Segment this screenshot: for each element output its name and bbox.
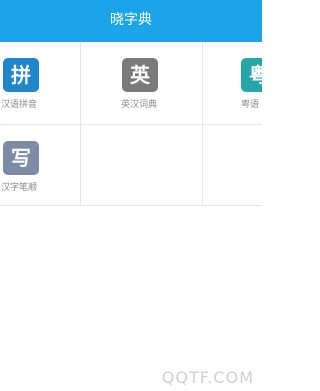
feature-item-pinyin[interactable]: 拼 汉语拼音 <box>0 42 80 124</box>
feature-label: 汉字笔顺 <box>1 183 38 193</box>
feature-label: 粤语 <box>241 100 260 110</box>
feature-label: 汉语拼音 <box>1 100 38 110</box>
cantonese-icon: 粤 <box>241 58 262 92</box>
feature-item-english-dictionary[interactable]: 英 英汉词典 <box>81 42 201 124</box>
app-header: 晓字典 <box>0 0 262 42</box>
feature-label: 英汉词典 <box>121 100 158 110</box>
app-title: 晓字典 <box>110 12 152 28</box>
feature-item-cantonese[interactable]: 粤 粤语 <box>203 42 262 124</box>
stroke-order-icon: 写 <box>3 141 39 175</box>
feature-item-stroke-order[interactable]: 写 汉字笔顺 <box>0 125 80 207</box>
watermark: QQTF.COM <box>161 368 254 387</box>
feature-grid: 拼 汉语拼音 英 英汉词典 粤 粤语 写 汉字笔顺 <box>0 42 262 206</box>
english-icon: 英 <box>122 58 158 92</box>
pinyin-icon: 拼 <box>3 58 39 92</box>
